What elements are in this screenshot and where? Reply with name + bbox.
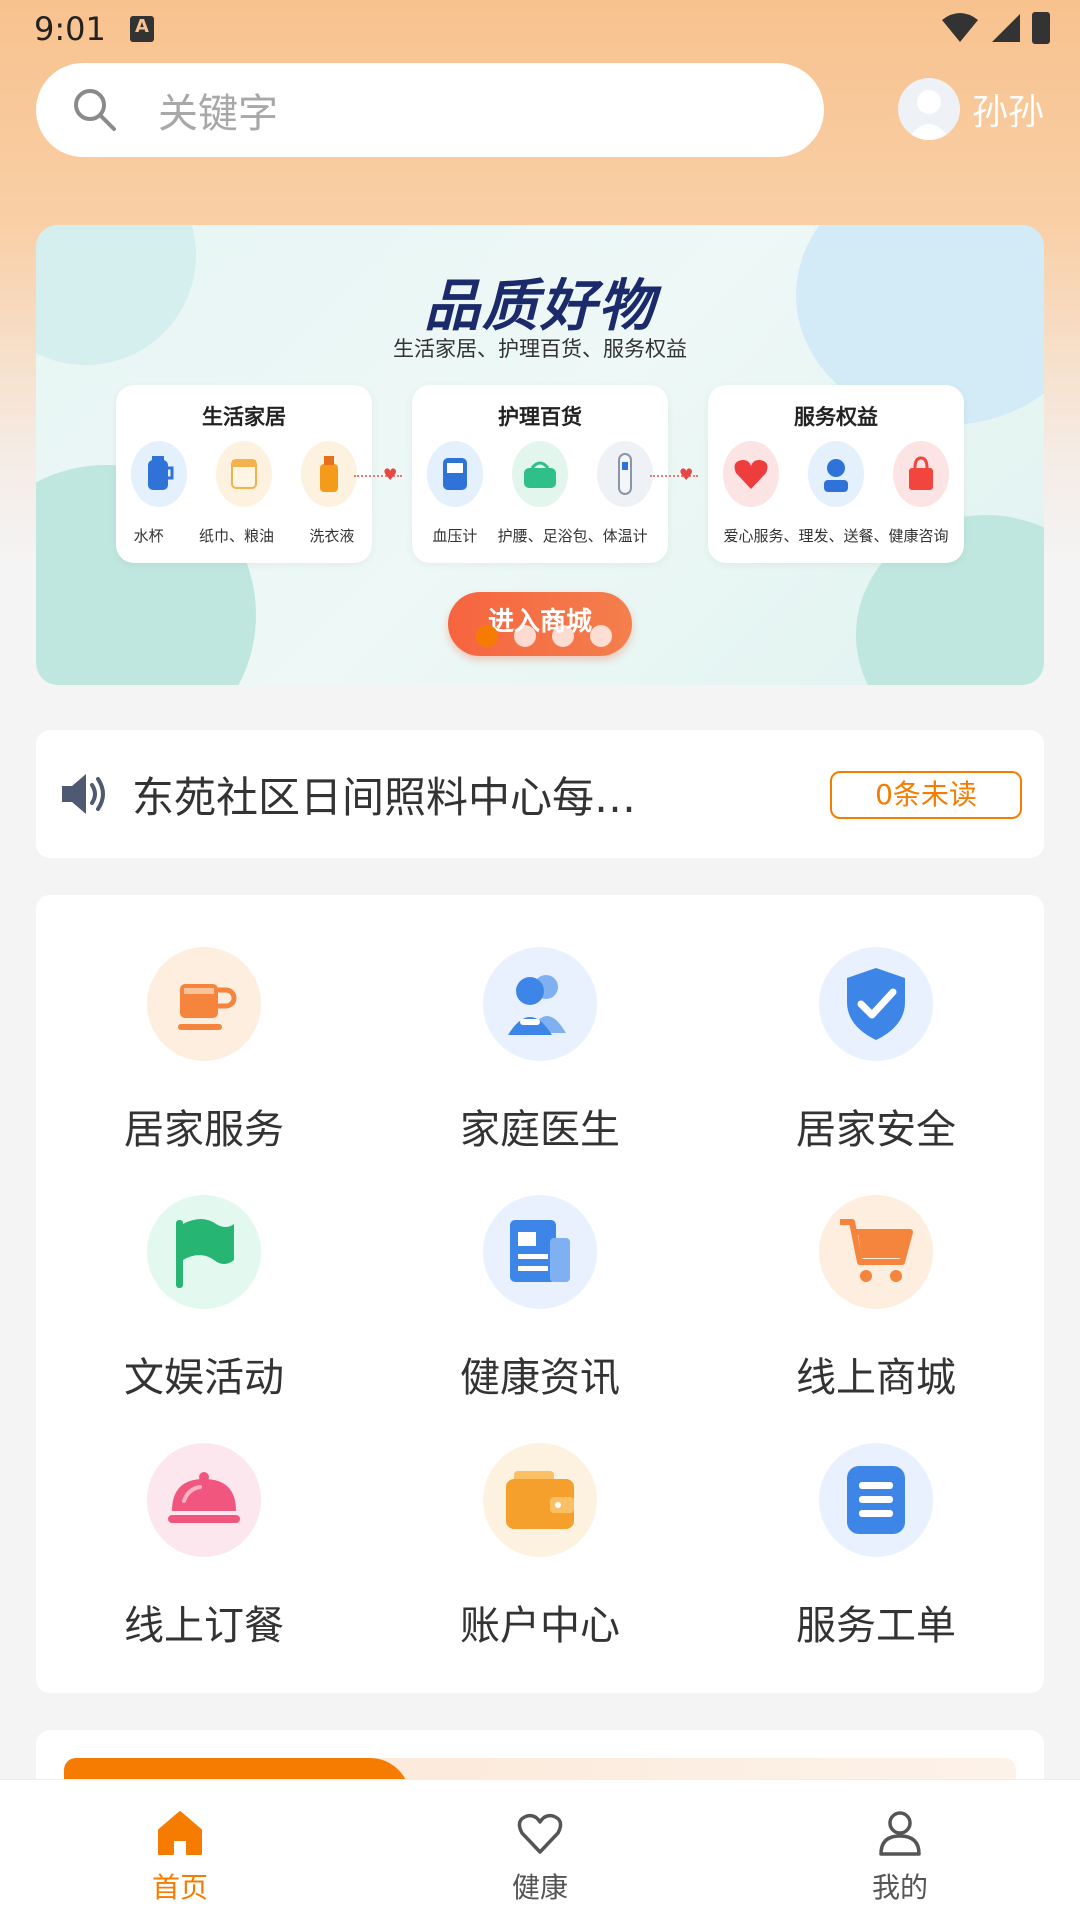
banner-title: 品质好物	[424, 274, 656, 339]
category-caption: 纸巾、粮油	[198, 527, 274, 545]
notice-bar[interactable]: 东苑社区日间照料中心每… 0条未读	[36, 730, 1044, 858]
category-card-care[interactable]: 护理百货 血压计 护腰、足浴包、体温计	[412, 385, 668, 563]
category-caption: 护腰、足浴包、体温计	[497, 527, 648, 545]
service-label: 线上商城	[796, 1355, 956, 1401]
avatar-person-icon	[907, 90, 951, 140]
service-health-news[interactable]: 健康资讯	[372, 1195, 708, 1415]
shopping-bag-icon	[893, 441, 950, 507]
category-caption: 血压计	[432, 527, 478, 545]
carousel-dot[interactable]	[590, 625, 612, 647]
service-online-ordering[interactable]: 线上订餐	[36, 1443, 372, 1663]
home-icon	[158, 1811, 202, 1855]
service-account-center[interactable]: 账户中心	[372, 1443, 708, 1663]
notification-a-icon: A	[130, 16, 154, 42]
person-icon	[879, 1811, 921, 1856]
order-list-icon	[819, 1443, 933, 1557]
shield-check-icon	[819, 947, 933, 1061]
signal-icon	[992, 14, 1020, 42]
service-label: 居家安全	[796, 1107, 956, 1153]
tab-label: 健康	[511, 1871, 568, 1904]
service-work-orders[interactable]: 服务工单	[708, 1443, 1044, 1663]
detergent-icon	[301, 441, 358, 507]
status-icons	[940, 12, 1050, 44]
search-icon	[74, 89, 116, 131]
carousel-dot[interactable]	[514, 625, 536, 647]
service-label: 账户中心	[460, 1603, 620, 1649]
category-card-home[interactable]: 生活家居 水杯 纸巾、粮油 洗衣液	[116, 385, 372, 563]
category-title: 服务权益	[794, 405, 878, 429]
tab-health[interactable]: 健康	[360, 1780, 720, 1920]
shopping-cart-icon	[819, 1195, 933, 1309]
carousel-indicators[interactable]	[476, 625, 612, 647]
search-input[interactable]: 关键字	[158, 81, 278, 139]
category-caption: 爱心服务、理发、送餐、健康咨询	[723, 527, 949, 545]
service-grid: 居家服务 家庭医生 居家安全 文娱活动 健康资讯 线上商城 线上订餐 账户中心 …	[36, 895, 1044, 1693]
heart-icon: ♥	[383, 465, 398, 484]
service-family-doctor[interactable]: 家庭医生	[372, 947, 708, 1167]
service-label: 家庭医生	[460, 1107, 620, 1153]
news-document-icon	[483, 1195, 597, 1309]
service-home-care[interactable]: 居家服务	[36, 947, 372, 1167]
speaker-icon	[62, 774, 105, 814]
service-recreation[interactable]: 文娱活动	[36, 1195, 372, 1415]
unread-count-badge[interactable]: 0条未读	[830, 771, 1022, 819]
tab-label: 首页	[151, 1871, 208, 1904]
promo-banner[interactable]: 品质好物 生活家居、护理百货、服务权益 生活家居 水杯 纸巾、粮油 洗衣液 ♥ …	[36, 225, 1044, 685]
banner-subtitle: 生活家居、护理百货、服务权益	[393, 337, 687, 361]
carousel-dot[interactable]	[552, 625, 574, 647]
heart-icon	[517, 1813, 563, 1854]
cup-icon	[130, 441, 187, 507]
category-title: 生活家居	[202, 405, 286, 429]
foot-bath-bag-icon	[511, 441, 568, 507]
service-label: 服务工单	[796, 1603, 956, 1649]
tab-mine[interactable]: 我的	[720, 1780, 1080, 1920]
heart-service-icon	[722, 441, 779, 507]
thermometer-icon	[597, 441, 654, 507]
tab-home[interactable]: 首页	[0, 1780, 360, 1920]
category-title: 护理百货	[498, 405, 582, 429]
blood-pressure-meter-icon	[426, 441, 483, 507]
doctor-people-icon	[483, 947, 597, 1061]
tissue-oil-icon	[215, 441, 272, 507]
status-bar: 9:01 A	[0, 0, 1080, 58]
flag-icon	[147, 1195, 261, 1309]
service-label: 线上订餐	[124, 1603, 284, 1649]
coffee-cup-icon	[147, 947, 261, 1061]
bottom-tab-bar: 首页 健康 我的	[0, 1779, 1080, 1920]
service-label: 居家服务	[124, 1107, 284, 1153]
service-label: 健康资讯	[460, 1355, 620, 1401]
wallet-icon	[483, 1443, 597, 1557]
battery-icon	[1032, 12, 1050, 44]
status-time: 9:01	[34, 10, 106, 48]
category-caption: 洗衣液	[309, 527, 355, 545]
barber-person-icon	[807, 441, 864, 507]
notice-text[interactable]: 东苑社区日间照料中心每…	[132, 764, 682, 825]
user-name: 孙孙	[972, 92, 1045, 133]
service-online-mall[interactable]: 线上商城	[708, 1195, 1044, 1415]
food-cloche-icon	[147, 1443, 261, 1557]
category-caption: 水杯	[133, 527, 164, 545]
service-label: 文娱活动	[124, 1355, 284, 1401]
service-home-safety[interactable]: 居家安全	[708, 947, 1044, 1167]
heart-icon: ♥	[679, 465, 694, 484]
avatar[interactable]	[898, 78, 960, 140]
tab-label: 我的	[871, 1871, 928, 1904]
wifi-icon	[942, 13, 978, 42]
search-bar[interactable]: 关键字	[36, 63, 824, 157]
carousel-dot[interactable]	[476, 625, 498, 647]
category-card-service[interactable]: 服务权益 爱心服务、理发、送餐、健康咨询	[708, 385, 964, 563]
user-profile[interactable]: 孙孙	[898, 78, 1044, 140]
